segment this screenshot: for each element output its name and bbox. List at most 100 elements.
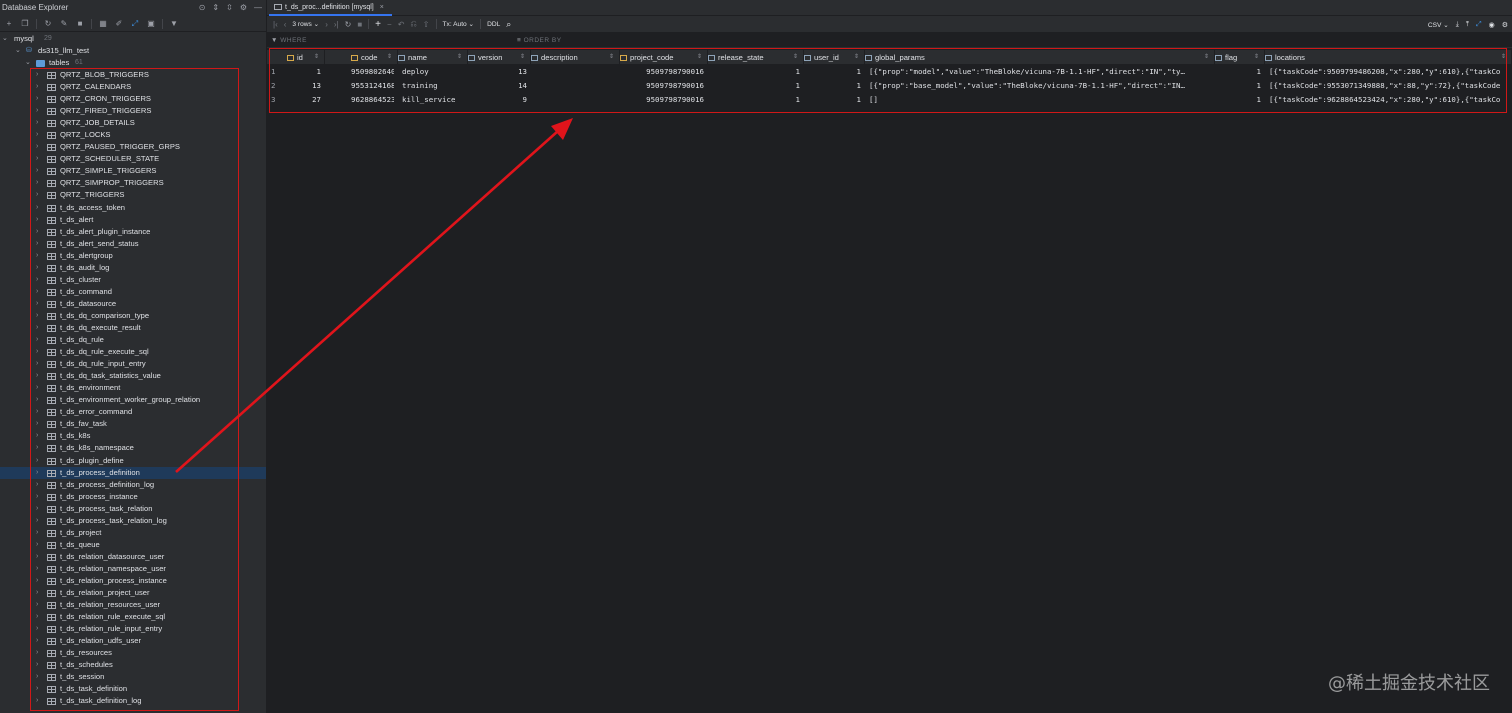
table-cell[interactable]: 1 (708, 93, 800, 107)
chevron-right-icon[interactable]: › (36, 346, 38, 358)
chevron-right-icon[interactable]: › (36, 647, 38, 659)
tree-item-table[interactable]: › t_ds_environment_worker_group_relation (0, 394, 266, 406)
tree-item-table[interactable]: › t_ds_plugin_define (0, 455, 266, 467)
table-cell[interactable]: 9509798790016 (620, 65, 704, 79)
tree-item-table[interactable]: › t_ds_resources (0, 647, 266, 659)
column-header[interactable]: locations ⇕ (1265, 50, 1512, 65)
chevron-right-icon[interactable]: › (36, 69, 38, 81)
previous-page-icon[interactable]: ‹ (284, 20, 287, 29)
transaction-mode-dropdown[interactable]: Tx: Auto ⌄ (443, 20, 475, 28)
table-cell[interactable] (535, 93, 620, 107)
tree-node-database[interactable]: ⌄ ⛁ ds315_llm_test (0, 45, 266, 57)
chevron-down-icon[interactable]: ⌄ (25, 57, 31, 69)
tree-item-table[interactable]: › t_ds_command (0, 286, 266, 298)
table-cell[interactable]: 1 (1215, 65, 1261, 79)
console-icon[interactable]: ▣ (146, 19, 156, 29)
tree-item-table[interactable]: › t_ds_relation_rule_input_entry (0, 623, 266, 635)
tree-item-table[interactable]: › t_ds_alert (0, 214, 266, 226)
tree-item-table[interactable]: › t_ds_relation_project_user (0, 587, 266, 599)
tree-item-table[interactable]: › t_ds_process_definition (0, 466, 266, 479)
chevron-right-icon[interactable]: › (36, 455, 38, 467)
table-cell[interactable]: training (402, 79, 468, 93)
add-row-icon[interactable]: + (375, 19, 381, 30)
chevron-right-icon[interactable]: › (36, 322, 38, 334)
chevron-right-icon[interactable]: › (36, 587, 38, 599)
tree-item-table[interactable]: › t_ds_datasource (0, 298, 266, 310)
tree-item-table[interactable]: › QRTZ_SCHEDULER_STATE (0, 153, 266, 165)
tree-item-table[interactable]: › t_ds_task_definition (0, 683, 266, 695)
table-cell[interactable]: deploy (402, 65, 468, 79)
tree-item-table[interactable]: › QRTZ_CRON_TRIGGERS (0, 93, 266, 105)
sort-icon[interactable]: ⇕ (697, 50, 702, 65)
jump-to-source-icon[interactable]: ⤢ (130, 19, 140, 29)
tree-item-table[interactable]: › t_ds_project (0, 527, 266, 539)
chevron-right-icon[interactable]: › (36, 467, 38, 479)
chevron-right-icon[interactable]: › (36, 117, 38, 129)
settings-icon[interactable]: ⚙ (1502, 21, 1508, 29)
sort-icon[interactable]: ⇕ (387, 50, 392, 65)
edit-icon[interactable]: ✐ (114, 19, 124, 29)
chevron-right-icon[interactable]: › (36, 479, 38, 491)
chevron-right-icon[interactable]: › (36, 491, 38, 503)
tree-node-mysql[interactable]: ⌄ mysql 29 (0, 33, 266, 45)
chevron-right-icon[interactable]: › (36, 214, 38, 226)
export-format-dropdown[interactable]: CSV ⌄ (1428, 21, 1449, 29)
tree-item-table[interactable]: › t_ds_alert_send_status (0, 238, 266, 250)
upload-icon[interactable]: ⤒ (1466, 21, 1469, 29)
sort-icon[interactable]: ⇕ (457, 50, 462, 65)
table-cell[interactable]: [] (869, 93, 1215, 107)
chevron-right-icon[interactable]: › (36, 298, 38, 310)
table-cell[interactable]: 27 (287, 93, 321, 107)
tree-item-table[interactable]: › QRTZ_JOB_DETAILS (0, 117, 266, 129)
chevron-right-icon[interactable]: › (36, 635, 38, 647)
tree-item-table[interactable]: › t_ds_dq_rule_execute_sql (0, 346, 266, 358)
add-icon[interactable]: + (4, 19, 14, 29)
tree-item-table[interactable]: › t_ds_task_definition_log (0, 695, 266, 707)
tree-item-table[interactable]: › t_ds_relation_namespace_user (0, 563, 266, 575)
close-icon[interactable]: × (380, 4, 384, 11)
tree-item-table[interactable]: › QRTZ_BLOB_TRIGGERS (0, 69, 266, 81)
submit-icon[interactable]: ⇧ (423, 20, 430, 29)
chevron-right-icon[interactable]: › (36, 575, 38, 587)
table-cell[interactable] (535, 79, 620, 93)
table-cell[interactable]: 1 (804, 79, 861, 93)
table-cell[interactable]: kill_service (402, 93, 468, 107)
chevron-right-icon[interactable]: › (36, 503, 38, 515)
chevron-down-icon[interactable]: ⌄ (15, 45, 21, 57)
sort-icon[interactable]: ⇕ (1501, 50, 1506, 65)
tree-item-table[interactable]: › t_ds_dq_execute_result (0, 322, 266, 334)
stop-icon[interactable]: ■ (75, 19, 85, 29)
table-row[interactable]: 119509802640256deploy13950979879001611[{… (267, 65, 1512, 79)
tree-item-table[interactable]: › QRTZ_PAUSED_TRIGGER_GRPS (0, 141, 266, 153)
tree-item-table[interactable]: › t_ds_dq_rule (0, 334, 266, 346)
last-page-icon[interactable]: ›| (334, 20, 339, 29)
chevron-right-icon[interactable]: › (36, 141, 38, 153)
tree-item-table[interactable]: › t_ds_k8s (0, 430, 266, 442)
tree-item-table[interactable]: › t_ds_k8s_namespace (0, 442, 266, 454)
revert-icon[interactable]: ↶ (398, 20, 405, 29)
table-cell[interactable]: 1 (1215, 93, 1261, 107)
column-header[interactable]: id ⇕ (287, 50, 325, 65)
table-cell[interactable]: 1 (1215, 79, 1261, 93)
tree-item-table[interactable]: › t_ds_relation_rule_execute_sql (0, 611, 266, 623)
chevron-right-icon[interactable]: › (36, 599, 38, 611)
chevron-right-icon[interactable]: › (36, 551, 38, 563)
table-cell[interactable]: 1 (804, 65, 861, 79)
table-icon[interactable]: ▦ (98, 19, 108, 29)
tree-item-table[interactable]: › t_ds_relation_datasource_user (0, 551, 266, 563)
tree-item-table[interactable]: › t_ds_relation_process_instance (0, 575, 266, 587)
tree-item-table[interactable]: › t_ds_alert_plugin_instance (0, 226, 266, 238)
tree-item-table[interactable]: › t_ds_dq_task_statistics_value (0, 370, 266, 382)
row-number[interactable]: 1 (271, 65, 285, 79)
chevron-right-icon[interactable]: › (36, 238, 38, 250)
column-header[interactable]: code ⇕ (351, 50, 398, 65)
column-header[interactable]: name ⇕ (398, 50, 468, 65)
tree-item-table[interactable]: › t_ds_alertgroup (0, 250, 266, 262)
table-cell[interactable]: 1 (708, 65, 800, 79)
chevron-right-icon[interactable]: › (36, 611, 38, 623)
copy-icon[interactable]: ❐ (20, 19, 30, 29)
tree-item-table[interactable]: › QRTZ_FIRED_TRIGGERS (0, 105, 266, 117)
chevron-down-icon[interactable]: ⌄ (2, 33, 8, 45)
chevron-right-icon[interactable]: › (36, 93, 38, 105)
table-cell[interactable]: 9509798790016 (620, 93, 704, 107)
